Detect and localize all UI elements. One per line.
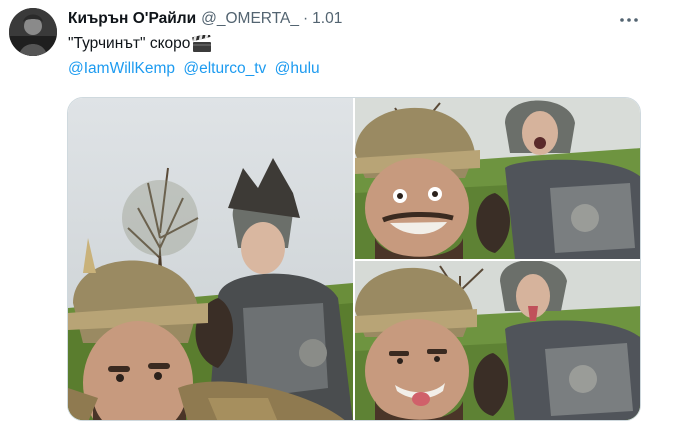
tweet-header: Киърън О'Райли @_OMERTA_ · 1.01 <box>68 9 342 29</box>
display-name[interactable]: Киърън О'Райли <box>68 10 196 28</box>
photo-3[interactable] <box>355 261 640 420</box>
separator-dot: · <box>302 10 309 27</box>
mention-link[interactable]: @hulu <box>275 60 320 77</box>
mentions-line: @IamWillKemp @elturco_tv @hulu <box>68 60 324 78</box>
media-grid <box>67 97 641 421</box>
photo-1[interactable] <box>68 98 353 420</box>
mention-link[interactable]: @elturco_tv <box>183 60 266 77</box>
tweet[interactable]: Киърън О'Райли @_OMERTA_ · 1.01 "Турчинъ… <box>0 0 677 426</box>
tweet-text: "Турчинът" скоро <box>68 33 212 53</box>
more-options-icon[interactable] <box>612 8 646 32</box>
tweet-text-content: "Турчинът" скоро <box>68 35 191 52</box>
user-handle[interactable]: @_OMERTA_ <box>201 10 299 28</box>
mention-link[interactable]: @IamWillKemp <box>68 60 175 77</box>
clapper-board-icon <box>192 33 212 53</box>
timestamp[interactable]: 1.01 <box>312 10 342 28</box>
avatar[interactable] <box>9 8 57 56</box>
photo-2[interactable] <box>355 98 640 259</box>
